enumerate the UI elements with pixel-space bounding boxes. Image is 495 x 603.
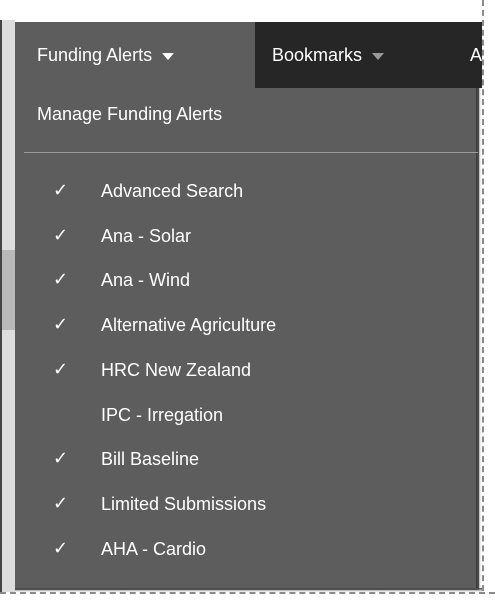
menu-item-label: Advanced Search <box>101 181 244 201</box>
manage-funding-alerts-link[interactable]: Manage Funding Alerts <box>37 104 222 128</box>
menu-divider <box>24 152 478 153</box>
menu-item-alert[interactable]: ✓ Alternative Agriculture <box>15 304 475 348</box>
menu-item-alert[interactable]: ✓ HRC New Zealand <box>15 349 475 393</box>
menu-item-label: Alternative Agriculture <box>101 315 277 335</box>
nav-item-truncated[interactable]: A <box>470 22 482 88</box>
nav-bookmarks-label: Bookmarks <box>272 44 363 65</box>
page-top-strip <box>0 0 495 20</box>
checkmark-icon: ✓ <box>53 448 69 468</box>
dropdown-shadow-right <box>476 88 481 588</box>
nav-truncated-label: A <box>470 44 483 65</box>
menu-item-label: Bill Baseline <box>101 449 200 469</box>
menu-item-alert[interactable]: ✓ Ana - Wind <box>15 259 475 303</box>
nav-funding-alerts-label: Funding Alerts <box>37 44 153 65</box>
checkmark-icon: ✓ <box>53 359 69 379</box>
checkmark-icon: ✓ <box>53 225 69 245</box>
page-left-border <box>0 20 2 595</box>
background-page-band <box>0 250 15 330</box>
menu-item-label: HRC New Zealand <box>101 360 252 380</box>
checkmark-icon: ✓ <box>53 493 69 513</box>
menu-item-alert[interactable]: IPC - Irregation <box>15 394 475 438</box>
checkmark-icon: ✓ <box>53 269 69 289</box>
checkmark-icon: ✓ <box>53 538 69 558</box>
checkmark-icon: ✓ <box>53 314 69 334</box>
chevron-down-icon <box>162 53 175 60</box>
menu-item-alert[interactable]: ✓ Ana - Solar <box>15 215 475 259</box>
torn-edge-right <box>482 0 495 601</box>
menu-item-label: Limited Submissions <box>101 494 267 514</box>
menu-item-alert[interactable]: ✓ Limited Submissions <box>15 483 475 527</box>
checkmark-icon: ✓ <box>53 180 69 200</box>
menu-item-alert[interactable]: ✓ AHA - Cardio <box>15 528 475 572</box>
menu-item-alert[interactable]: ✓ Bill Baseline <box>15 438 475 482</box>
nav-bookmarks[interactable]: Bookmarks <box>272 22 385 88</box>
menu-item-label: Ana - Solar <box>101 226 192 246</box>
chevron-down-icon <box>372 53 385 60</box>
menu-item-alert[interactable]: ✓ Advanced Search <box>15 170 475 214</box>
menu-item-label: AHA - Cardio <box>101 539 207 559</box>
menu-item-label: IPC - Irregation <box>101 405 224 425</box>
torn-edge-bottom <box>0 592 495 603</box>
menu-item-label: Ana - Wind <box>101 270 191 290</box>
nav-funding-alerts[interactable]: Funding Alerts <box>15 22 255 88</box>
